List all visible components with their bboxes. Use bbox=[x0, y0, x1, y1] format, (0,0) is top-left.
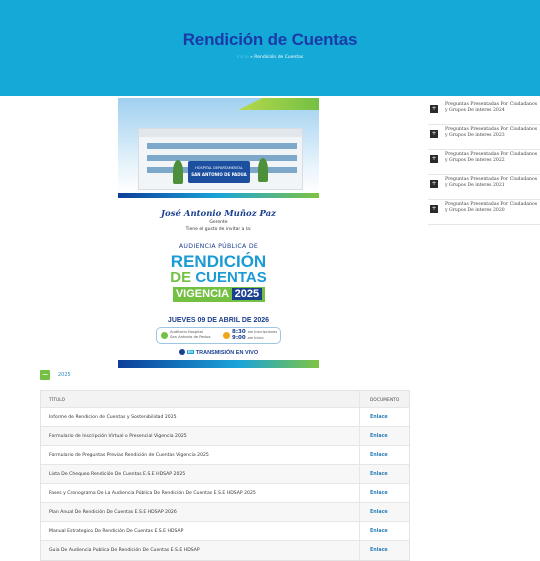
page-hero: Rendición de Cuentas Inicio » Rendición … bbox=[0, 0, 540, 96]
document-title: Manual Estrategico De Rendición De Cuent… bbox=[49, 528, 184, 534]
sidebar-item-label[interactable]: Preguntas Presentadas Por Ciudadanos y G… bbox=[445, 102, 540, 114]
plus-icon: + bbox=[430, 105, 438, 113]
sidebar-item-label[interactable]: Preguntas Presentadas Por Ciudadanos y G… bbox=[445, 152, 540, 164]
document-link[interactable]: Enlace bbox=[359, 484, 411, 502]
facebook-icon bbox=[178, 349, 185, 355]
hospital-logo: HOSPITAL DEPARTAMENTAL SAN ANTONIO DE PA… bbox=[188, 161, 250, 183]
documents-table: TÍTULO DOCUMENTO Informe de Rendicion de… bbox=[40, 390, 410, 561]
invitation-poster-image: HOSPITAL DEPARTAMENTAL SAN ANTONIO DE PA… bbox=[118, 98, 319, 368]
collapse-year-button[interactable]: − bbox=[40, 370, 50, 380]
cuentas-heading: DE CUENTAS bbox=[170, 269, 267, 286]
document-link[interactable]: Enlace bbox=[359, 408, 411, 426]
plus-icon: + bbox=[430, 205, 438, 213]
table-row: Formulario de Preguntas Previas Rendició… bbox=[41, 446, 409, 465]
document-title: Guia De Audiencia Publica De Rendición D… bbox=[49, 548, 200, 553]
plus-icon: + bbox=[430, 155, 438, 163]
document-title: Formulario de Preguntas Previas Rendició… bbox=[49, 452, 209, 458]
column-header-title: TÍTULO bbox=[49, 396, 66, 402]
table-row: Guia De Audiencia Publica De Rendición D… bbox=[41, 541, 409, 560]
sidebar-item-label[interactable]: Preguntas Presentadas Por Ciudadanos y G… bbox=[445, 127, 540, 139]
breadcrumb: Inicio » Rendición de Cuentas bbox=[0, 55, 540, 60]
document-title: Plan Anual De Rendición De Cuentas E.S.E… bbox=[49, 509, 177, 515]
document-title: Formulario de Inscripción Virtual o Pres… bbox=[49, 433, 187, 439]
sidebar-item-2021[interactable]: + Preguntas Presentadas Por Ciudadanos y… bbox=[428, 175, 540, 200]
palm-tree-icon bbox=[173, 160, 183, 184]
table-row: Fases y Cronograma De La Audiencia Públi… bbox=[41, 484, 409, 503]
document-title: Fases y Cronograma De La Audiencia Públi… bbox=[49, 490, 256, 496]
plus-icon: + bbox=[430, 180, 438, 188]
year-section-label[interactable]: 2025 bbox=[58, 372, 71, 378]
event-location: Auditorio Hospital San Antonio de Padua bbox=[170, 330, 211, 339]
document-title: Lista De Chequeo Rendición De Cuentas E.… bbox=[49, 471, 186, 477]
breadcrumb-home-link[interactable]: Inicio bbox=[237, 55, 249, 60]
table-row: Manual Estrategico De Rendición De Cuent… bbox=[41, 522, 409, 541]
page-title: Rendición de Cuentas bbox=[182, 30, 358, 49]
document-link[interactable]: Enlace bbox=[359, 446, 411, 464]
manager-role: Gerente bbox=[209, 220, 228, 225]
plus-icon: + bbox=[430, 130, 438, 138]
column-header-document: DOCUMENTO bbox=[359, 391, 411, 407]
manager-name: José Antonio Muñoz Paz bbox=[161, 209, 276, 219]
document-link[interactable]: Enlace bbox=[359, 465, 411, 483]
sidebar-item-label[interactable]: Preguntas Presentadas Por Ciudadanos y G… bbox=[445, 202, 540, 214]
document-link[interactable]: Enlace bbox=[359, 503, 411, 521]
invite-text: Tiene el gusto de invitar a la: bbox=[185, 227, 252, 232]
palm-tree-icon bbox=[258, 158, 268, 182]
table-row: Plan Anual De Rendición De Cuentas E.S.E… bbox=[41, 503, 409, 522]
table-header-row: TÍTULO DOCUMENTO bbox=[41, 391, 409, 408]
document-link[interactable]: Enlace bbox=[359, 541, 411, 560]
sidebar-item-2022[interactable]: + Preguntas Presentadas Por Ciudadanos y… bbox=[428, 150, 540, 175]
table-row: Lista De Chequeo Rendición De Cuentas E.… bbox=[41, 465, 409, 484]
poster-ribbon bbox=[118, 193, 319, 198]
event-details-box: Auditorio Hospital San Antonio de Padua … bbox=[156, 327, 281, 344]
document-link[interactable]: Enlace bbox=[359, 427, 411, 445]
event-date: JUEVES 09 DE ABRIL DE 2026 bbox=[167, 317, 270, 324]
table-row: Formulario de Inscripción Virtual o Pres… bbox=[41, 427, 409, 446]
table-row: Informe de Rendicion de Cuentas y Sosten… bbox=[41, 408, 409, 427]
vigencia-badge: VIGENCIA 2025 bbox=[173, 287, 265, 302]
live-stream-note: EN TRANSMISIÓN EN VIVO bbox=[118, 349, 319, 356]
event-times: 8:30 am Inscripciones 9:00 am Inicio bbox=[232, 329, 278, 341]
sidebar-item-2020[interactable]: + Preguntas Presentadas Por Ciudadanos y… bbox=[428, 200, 540, 225]
rendicion-heading: RENDICIÓN bbox=[170, 252, 267, 271]
audiencia-text: AUDIENCIA PÚBLICA DE bbox=[178, 243, 259, 250]
sidebar-questions-list: + Preguntas Presentadas Por Ciudadanos y… bbox=[428, 100, 540, 225]
location-pin-icon bbox=[161, 332, 168, 339]
sidebar-item-2023[interactable]: + Preguntas Presentadas Por Ciudadanos y… bbox=[428, 125, 540, 150]
poster-bottom-bar bbox=[118, 360, 319, 368]
clock-icon bbox=[223, 332, 230, 339]
sidebar-item-label[interactable]: Preguntas Presentadas Por Ciudadanos y G… bbox=[445, 177, 540, 189]
sidebar-item-2024[interactable]: + Preguntas Presentadas Por Ciudadanos y… bbox=[428, 100, 540, 125]
document-title: Informe de Rendicion de Cuentas y Sosten… bbox=[49, 414, 177, 420]
document-link[interactable]: Enlace bbox=[359, 522, 411, 540]
breadcrumb-current: » Rendición de Cuentas bbox=[250, 55, 304, 60]
